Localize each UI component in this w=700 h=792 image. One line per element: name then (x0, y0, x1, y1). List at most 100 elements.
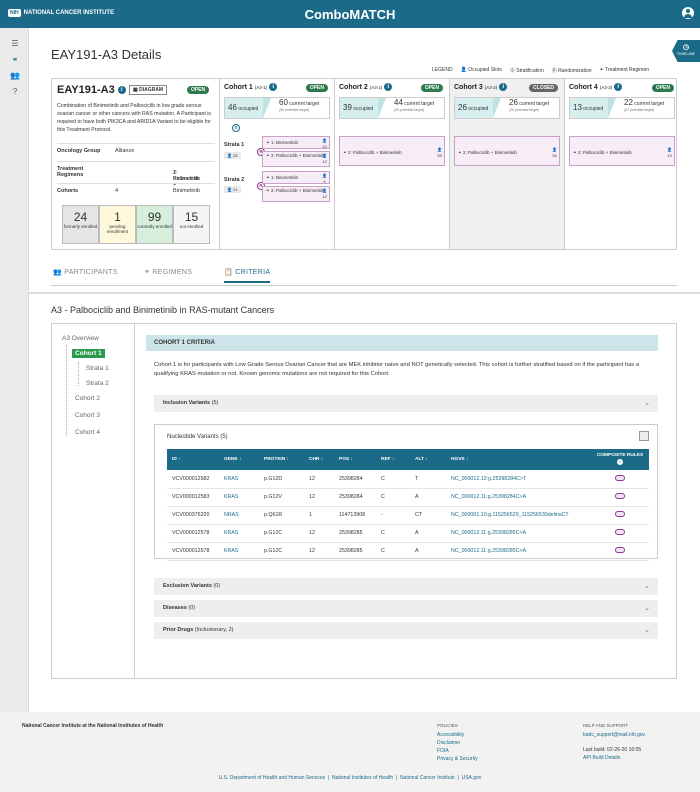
composite-rule-icon[interactable] (615, 529, 625, 535)
stratification-icon: S (232, 124, 240, 132)
cohorts-row: Cohorts 4 (57, 183, 215, 201)
nav-cohort-2[interactable]: Cohort 2 (75, 395, 100, 402)
link-nih[interactable]: National Institutes of Health (332, 775, 393, 781)
table-row[interactable]: VCV000012583 KRAS p.G12V 12 25398284 C A NC_000… (167, 488, 649, 507)
link-foia[interactable]: FOIA (437, 748, 449, 754)
tab-label: REGIMENS (152, 269, 193, 276)
stat-not-enrolled: 15 not enrolled (173, 205, 210, 244)
status-badge: CLOSED (529, 84, 558, 92)
col-protein[interactable]: PROTEIN ↓ (259, 449, 304, 470)
diagram-button[interactable]: ▦ DIAGRAM (129, 85, 168, 95)
col-ref[interactable]: REF ↓ (376, 449, 410, 470)
col-pos[interactable]: POS ↓ (334, 449, 376, 470)
cell-chr: 12 (304, 488, 334, 507)
api-build-link[interactable]: API Build Details (583, 755, 620, 761)
cell-rules (591, 524, 649, 543)
hgvs-link[interactable]: NC_000012.11:g.25398284C>A (446, 488, 591, 507)
regimen-box[interactable]: ⚭ 2: Palbociclib + Binimetinib 👤 13 (569, 136, 675, 166)
gene-link[interactable]: KRAS (219, 524, 259, 543)
hgvs-link[interactable]: NC_000012.11:g.25398285C>A (446, 542, 591, 561)
accordion-inclusion-variants[interactable]: Inclusion Variants (5) ⌄ (154, 395, 658, 412)
col-alt[interactable]: ALT ↓ (410, 449, 446, 470)
cohort-nav-tree: A3 Overview Cohort 1 Strata 1 Strata 2 C… (52, 324, 135, 678)
col-hgvs[interactable]: HGVS ↓ (446, 449, 591, 470)
cell-alt: A (410, 542, 446, 561)
cohort-card-3[interactable]: Cohort 3 (A3-2) i CLOSED 26 occupied 26 … (450, 79, 565, 249)
regimen-label: 2: Palbociclib + Binimetinib (271, 153, 325, 158)
link-accessibility[interactable]: Accessibility (437, 732, 464, 738)
hgvs-link[interactable]: NC_000012.12:g.25398284C>T (446, 470, 591, 489)
info-icon[interactable]: i (617, 458, 623, 465)
nav-strata-1[interactable]: Strata 1 (86, 365, 109, 372)
cohort-card-1[interactable]: Cohort 1 (A3-1) i OPEN 46 occupied 60 cu… (220, 79, 335, 249)
accordion-diseases[interactable]: Diseases (0) ⌄ (154, 600, 658, 617)
divider (29, 292, 700, 294)
nav-cohort-4[interactable]: Cohort 4 (75, 429, 100, 436)
col-chr[interactable]: CHR ↓ (304, 449, 334, 470)
link-hhs[interactable]: U.S. Department of Health and Human Serv… (219, 775, 325, 781)
tab-participants[interactable]: 👥 PARTICIPANTS (53, 268, 118, 276)
table-row[interactable]: VCV000012578 KRAS p.G12C 12 25398285 C A NC_000… (167, 542, 649, 561)
regimen-icon[interactable]: ⚭ (10, 55, 20, 64)
tab-criteria[interactable]: 📋 CRITERIA (224, 268, 271, 283)
users-icon[interactable]: 👥 (10, 71, 20, 80)
hgvs-link[interactable]: NC_000012.11:g.25398285C>A (446, 524, 591, 543)
composite-rule-icon[interactable] (615, 547, 625, 553)
cell-chr: 12 (304, 542, 334, 561)
info-icon[interactable]: i (614, 83, 623, 91)
nav-cohort-3[interactable]: Cohort 3 (75, 412, 100, 419)
support-email-link[interactable]: badc_support@mail.nih.gov (583, 732, 645, 738)
pill-icon: ⚭ (343, 150, 347, 155)
nav-strata-2[interactable]: Strata 2 (86, 380, 109, 387)
gene-link[interactable]: KRAS (219, 542, 259, 561)
accordion-exclusion-variants[interactable]: Exclusion Variants (0) ⌄ (154, 578, 658, 595)
accordion-prior-drugs[interactable]: Prior Drugs (Inclusionary, 2) ⌄ (154, 622, 658, 639)
regimen-box[interactable]: ⚭ 2: Palbociclib + Binimetinib 👤 39 (339, 136, 445, 166)
cell-protein: p.G12D (259, 470, 304, 489)
accordion-label: Prior Drugs (163, 627, 194, 633)
link-disclaimer[interactable]: Disclaimer (437, 740, 460, 746)
user-account-icon[interactable] (682, 7, 694, 19)
gene-link[interactable]: KRAS (219, 488, 259, 507)
info-icon[interactable]: i (384, 83, 393, 91)
stat-number: 1 (114, 210, 121, 224)
cohort-card-2[interactable]: Cohort 2 (A3-1) i OPEN 39 occupied 44 cu… (335, 79, 450, 249)
help-icon[interactable]: ? (10, 87, 20, 96)
gene-link[interactable]: NRAS (219, 506, 259, 525)
link-nci[interactable]: National Cancer Institute (400, 775, 455, 781)
gene-link[interactable]: KRAS (219, 470, 259, 489)
col-gene[interactable]: GENE ↓ (219, 449, 259, 470)
info-icon[interactable]: i (499, 83, 508, 91)
table-row[interactable]: VCV000012582 KRAS p.G12D 12 25398284 C T NC_000… (167, 470, 649, 489)
occupied-label: occupied (353, 106, 374, 112)
col-id[interactable]: ID ↓ (167, 449, 219, 470)
hgvs-link[interactable]: NC_000001.10:g.115256529_115256530delins… (446, 506, 591, 525)
composite-rule-icon[interactable] (615, 493, 625, 499)
cohort-card-4[interactable]: Cohort 4 (A3-2) i OPEN 13 occupied 22 cu… (565, 79, 680, 249)
table-row[interactable]: VCV000012578 KRAS p.G12C 12 25398285 C A NC_000… (167, 524, 649, 543)
regimen-box[interactable]: ⚭ 2: Palbociclib + Binimetinib 👤 26 (454, 136, 560, 166)
col-composite-rules[interactable]: COMPOSITE RULES i (591, 449, 649, 470)
composite-rule-icon[interactable] (615, 511, 625, 517)
list-icon[interactable]: ☰ (10, 39, 20, 48)
legend-regimen: ⚭ Treatment Regimen (600, 67, 650, 74)
regimen-box[interactable]: ⚭ 2: Palbociclib + Binimetinib 👤 12 (262, 151, 330, 167)
occupied-slots: 13 occupied (570, 98, 608, 118)
timeline-button[interactable]: ◷ TIMELINE (672, 40, 700, 62)
info-icon[interactable]: i (269, 83, 278, 91)
regimen-box[interactable]: ⚭ 1: Binimetinib 👤 9 (262, 171, 330, 184)
table-row[interactable]: VCV000376220 NRAS p.Q61R 1 114713908- CT NC_00… (167, 506, 649, 525)
regimen-box[interactable]: ⚭ 1: Binimetinib 👤 13 (262, 136, 330, 149)
regimen-box[interactable]: ⚭ 2: Palbociclib + Binimetinib 👤 12 (262, 186, 330, 202)
cell-chr: 1 (304, 506, 334, 525)
nav-cohort-1[interactable]: Cohort 1 (72, 349, 105, 358)
columns-toggle-icon[interactable] (639, 431, 649, 441)
link-usagov[interactable]: USA.gov (462, 775, 482, 781)
nav-overview[interactable]: A3 Overview (62, 335, 99, 342)
cell-chr: 12 (304, 470, 334, 489)
link-privacy[interactable]: Privacy & Security (437, 756, 478, 762)
legend-item: Occupied Slots (468, 67, 502, 73)
info-icon[interactable]: i (117, 86, 126, 95)
composite-rule-icon[interactable] (615, 474, 625, 481)
tab-regimens[interactable]: ⚭ REGIMENS (144, 268, 192, 276)
